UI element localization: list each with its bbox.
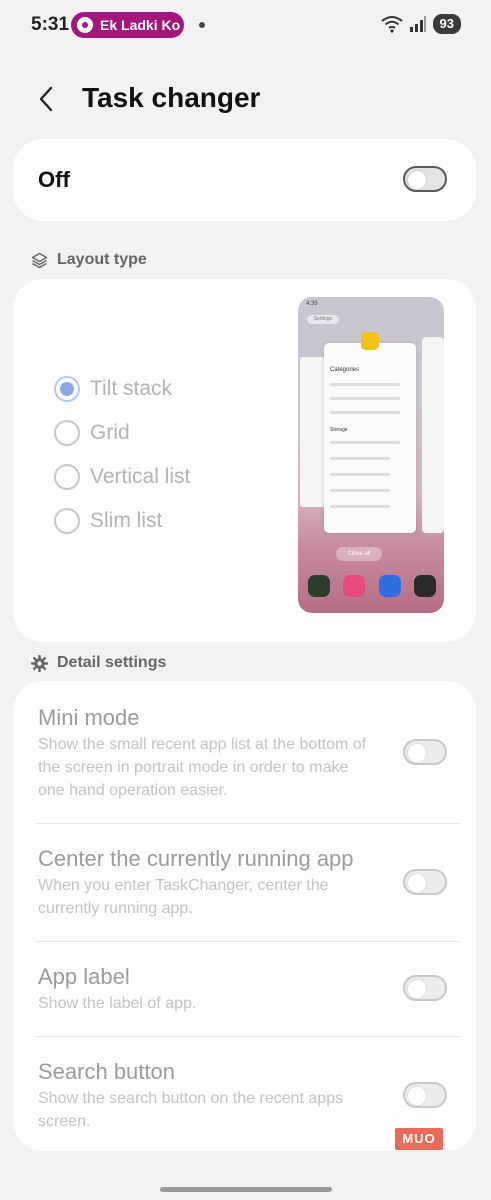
music-icon <box>77 17 93 33</box>
app-label-toggle[interactable] <box>403 975 447 1001</box>
search-button-toggle[interactable] <box>403 1082 447 1108</box>
preview-dock-icon <box>413 575 436 597</box>
setting-title: App label <box>38 964 130 989</box>
status-time: 5:31 <box>31 14 70 35</box>
radio-label: Grid <box>90 421 130 444</box>
center-app-toggle[interactable] <box>403 869 447 895</box>
media-playing-pill[interactable]: Ek Ladki Ko <box>71 12 184 38</box>
preview-time: 4:35 <box>306 301 318 307</box>
master-toggle[interactable] <box>403 166 447 192</box>
layout-type-card: Tilt stack Grid Vertical list Slim list … <box>13 279 476 642</box>
layers-icon <box>31 252 48 268</box>
setting-center-running-app[interactable]: Center the currently running app When yo… <box>13 824 476 941</box>
master-switch-card[interactable]: Off <box>13 139 476 221</box>
home-indicator[interactable] <box>160 1187 332 1192</box>
setting-title: Mini mode <box>38 705 140 730</box>
radio-option-tilt-stack[interactable]: Tilt stack <box>54 376 172 402</box>
master-switch-label: Off <box>38 167 70 192</box>
notification-dot-icon <box>199 22 205 28</box>
preview-dock <box>308 575 436 599</box>
preview-categories: Categories <box>330 367 360 373</box>
preview-storage: Storage <box>330 427 348 433</box>
layout-type-heading: Layout type <box>31 251 147 269</box>
gear-icon <box>31 654 48 672</box>
setting-app-label[interactable]: App label Show the label of app. <box>13 942 476 1036</box>
battery-indicator: 93 <box>432 14 461 34</box>
radio-label: Vertical list <box>90 465 191 488</box>
preview-line <box>330 457 390 460</box>
detail-settings-heading: Detail settings <box>31 654 166 672</box>
preview-dock-icon <box>343 575 366 597</box>
radio-option-grid[interactable]: Grid <box>54 420 130 446</box>
radio-label: Slim list <box>90 509 163 532</box>
layout-type-heading-text: Layout type <box>57 251 147 268</box>
detail-settings-heading-text: Detail settings <box>57 654 167 671</box>
setting-description: Show the small recent app list at the bo… <box>38 736 367 799</box>
media-pill-text: Ek Ladki Ko <box>100 17 181 33</box>
radio-option-slim-list[interactable]: Slim list <box>54 508 162 534</box>
preview-dock-icon <box>378 575 401 597</box>
muo-watermark-logo: MUO <box>395 1128 443 1150</box>
preview-line <box>330 411 400 414</box>
radio-button[interactable] <box>54 376 80 402</box>
radio-option-vertical-list[interactable]: Vertical list <box>54 464 190 490</box>
preview-close-all: Close all <box>336 547 382 561</box>
preview-dock-icon <box>308 575 330 597</box>
preview-search-pill: Settings <box>307 315 339 324</box>
radio-button[interactable] <box>54 508 80 534</box>
radio-button[interactable] <box>54 420 80 446</box>
preview-line <box>330 473 390 476</box>
header: Task changer <box>0 74 491 124</box>
preview-line <box>330 441 400 444</box>
back-arrow-icon[interactable] <box>32 84 62 114</box>
setting-title: Center the currently running app <box>38 846 354 871</box>
setting-description: Show the search button on the recent app… <box>38 1090 344 1130</box>
layout-preview-image: 4:35 Settings Categories Storage Close a… <box>298 297 444 613</box>
setting-title: Search button <box>38 1059 175 1084</box>
preview-line <box>330 397 400 400</box>
preview-app-icon <box>361 332 379 350</box>
mini-mode-toggle[interactable] <box>403 739 447 765</box>
preview-line <box>330 489 390 492</box>
preview-line <box>330 505 390 508</box>
status-bar: 5:31 Ek Ladki Ko 93 <box>0 0 491 52</box>
wifi-icon <box>380 16 403 33</box>
page-title: Task changer <box>82 82 261 113</box>
setting-mini-mode[interactable]: Mini mode Show the small recent app list… <box>13 681 476 823</box>
setting-description: Show the label of app. <box>38 995 197 1012</box>
preview-card-right <box>422 337 444 533</box>
detail-settings-card: Mini mode Show the small recent app list… <box>13 681 476 1151</box>
status-icons: 93 <box>380 14 461 34</box>
signal-icon <box>409 16 426 32</box>
radio-label: Tilt stack <box>90 377 173 400</box>
radio-button[interactable] <box>54 464 80 490</box>
preview-line <box>330 383 400 386</box>
setting-description: When you enter TaskChanger, center the c… <box>38 877 329 917</box>
